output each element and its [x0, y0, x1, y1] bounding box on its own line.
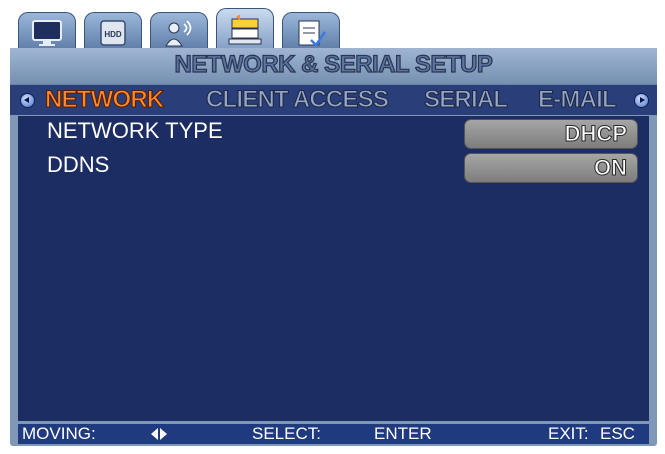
- arrow-right-icon: [640, 97, 645, 103]
- arrow-left-icon: [24, 97, 29, 103]
- setup-window: NETWORK & SERIAL SETUP NETWORK CLIENT AC…: [10, 48, 657, 446]
- exit-label: EXIT:: [548, 424, 589, 443]
- prev-tab-button[interactable]: [20, 93, 35, 108]
- tab-email[interactable]: E-MAIL: [537, 85, 617, 114]
- window-title: NETWORK & SERIAL SETUP: [174, 50, 494, 78]
- tab-hdd[interactable]: HDD: [84, 12, 142, 52]
- tab-user[interactable]: [150, 12, 208, 52]
- network-type-field[interactable]: DHCP: [464, 119, 638, 149]
- tab-client-access[interactable]: CLIENT ACCESS: [205, 85, 389, 114]
- next-tab-button[interactable]: [634, 93, 649, 108]
- select-label: SELECT:: [252, 424, 321, 443]
- exit-key: ESC: [600, 424, 635, 443]
- ddns-label: DDNS: [47, 152, 110, 177]
- select-key: ENTER: [374, 424, 432, 443]
- tab-network-settings[interactable]: NETWORK: [44, 85, 164, 114]
- tab-display[interactable]: [18, 12, 76, 52]
- system-check-icon: [298, 20, 327, 47]
- settings-panel: NETWORK TYPE DHCP DDNS ON: [18, 116, 649, 421]
- sub-tab-bar: NETWORK CLIENT ACCESS SERIAL E-MAIL: [10, 84, 657, 115]
- monitor-icon: [32, 19, 62, 46]
- network-icon: [228, 14, 262, 44]
- tab-system[interactable]: [282, 12, 340, 52]
- hdd-icon: HDD: [100, 19, 126, 46]
- title-bar: NETWORK & SERIAL SETUP: [10, 48, 657, 84]
- user-signal-icon: [165, 19, 192, 46]
- left-right-arrows-icon: [151, 428, 171, 440]
- ddns-value: ON: [594, 155, 628, 181]
- moving-label: MOVING:: [22, 424, 96, 443]
- status-bar: MOVING: SELECT: ENTER EXIT: ESC: [18, 424, 649, 444]
- tab-serial[interactable]: SERIAL: [423, 85, 508, 114]
- network-type-label: NETWORK TYPE: [47, 118, 223, 143]
- ddns-field[interactable]: ON: [464, 153, 638, 183]
- tab-network[interactable]: [216, 8, 274, 52]
- svg-text:HDD: HDD: [104, 30, 122, 39]
- network-type-value: DHCP: [564, 121, 627, 147]
